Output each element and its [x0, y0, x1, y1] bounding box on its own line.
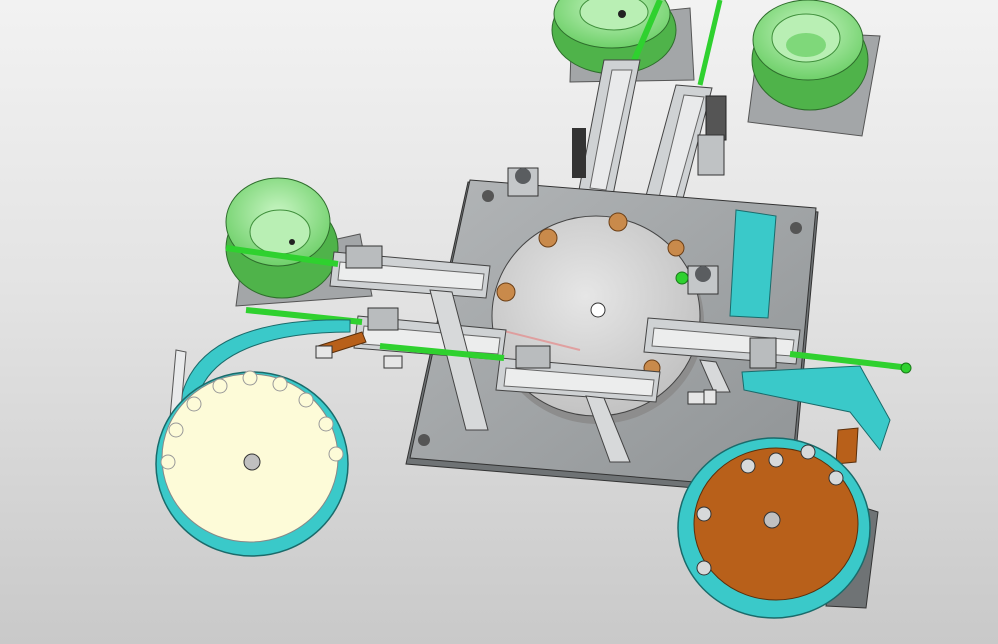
cad-scene [155, 0, 912, 619]
rotary-feeder-bowl-right [677, 437, 879, 619]
cad-viewport[interactable] [0, 0, 998, 644]
rotary-feeder-bowl-left [155, 370, 349, 557]
feeder-bowl-top-right [747, 0, 881, 137]
